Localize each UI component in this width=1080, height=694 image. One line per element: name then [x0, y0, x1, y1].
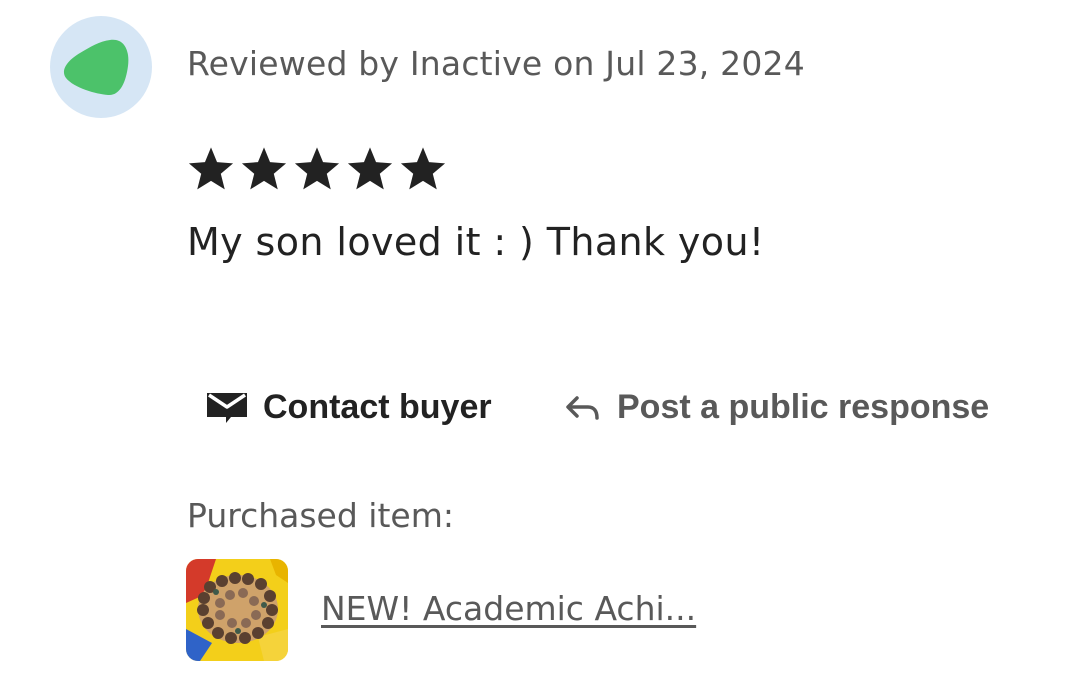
star-icon	[345, 144, 395, 196]
star-icon	[239, 144, 289, 196]
avatar	[50, 16, 152, 118]
product-thumbnail[interactable]	[186, 559, 288, 661]
purchased-item-label: Purchased item:	[187, 496, 454, 535]
avatar-icon	[63, 39, 129, 96]
envelope-icon	[205, 387, 249, 427]
star-icon	[398, 144, 448, 196]
purchased-item-link[interactable]: NEW! Academic Achi...	[321, 589, 696, 628]
contact-buyer-label: Contact buyer	[263, 387, 492, 426]
review-meta: Reviewed by Inactive on Jul 23, 2024	[187, 44, 805, 83]
product-thumbnail-image	[186, 559, 288, 661]
contact-buyer-button[interactable]: Contact buyer	[205, 383, 492, 431]
reply-arrow-icon	[563, 390, 603, 424]
post-public-response-label: Post a public response	[617, 387, 990, 426]
star-rating	[186, 144, 448, 196]
review-text: My son loved it : ) Thank you!	[187, 220, 765, 264]
post-public-response-button[interactable]: Post a public response	[563, 383, 989, 431]
star-icon	[292, 144, 342, 196]
star-icon	[186, 144, 236, 196]
